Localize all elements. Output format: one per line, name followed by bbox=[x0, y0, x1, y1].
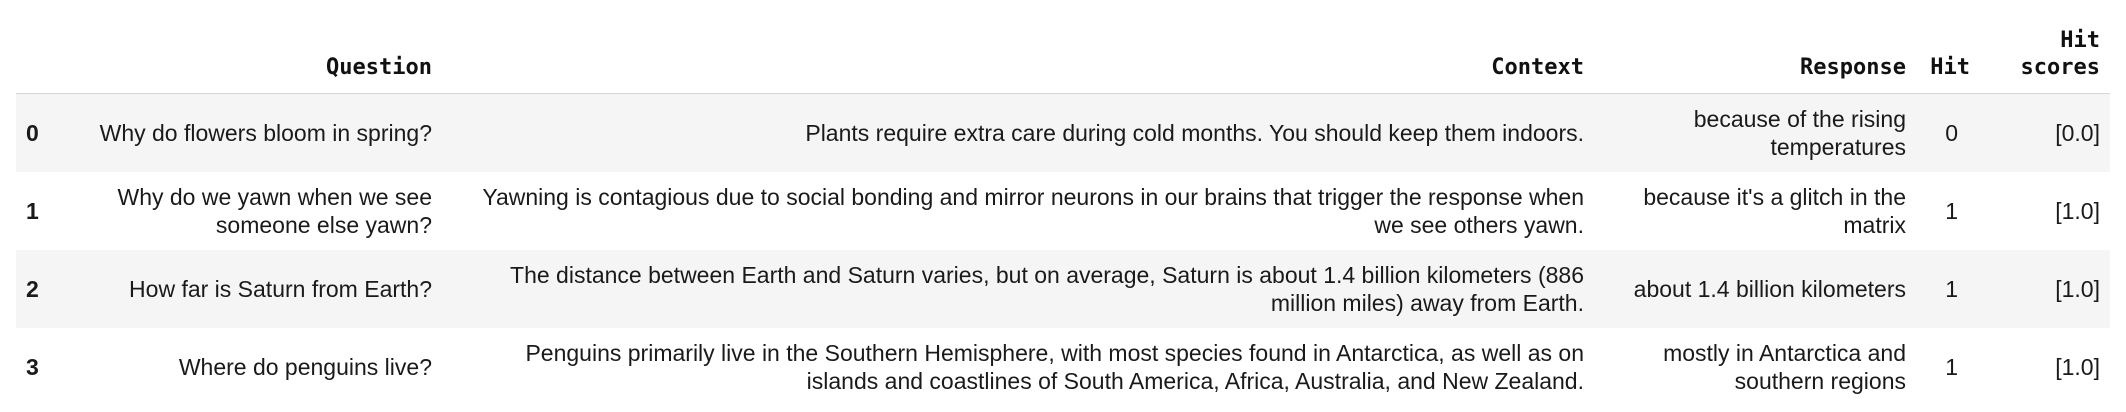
cell-response: mostly in Antarctica and southern region… bbox=[1663, 339, 1906, 394]
cell-context: Penguins primarily live in the Southern … bbox=[525, 339, 1584, 394]
row-index: 2 bbox=[26, 275, 39, 302]
cell-hit: 1 bbox=[1945, 197, 1958, 224]
row-index: 1 bbox=[26, 197, 39, 224]
row-index: 3 bbox=[26, 353, 39, 380]
table-header: Question Context Response Hit Hit scores bbox=[16, 0, 2110, 94]
header-hit-scores-line1: Hit bbox=[2060, 27, 2100, 53]
dataframe-table: Question Context Response Hit Hit scores … bbox=[16, 0, 2110, 406]
header-question: Question bbox=[74, 0, 442, 94]
cell-question: Where do penguins live? bbox=[178, 353, 432, 380]
cell-hit: 1 bbox=[1945, 275, 1958, 302]
cell-question: How far is Saturn from Earth? bbox=[129, 275, 432, 302]
cell-context: The distance between Earth and Saturn va… bbox=[510, 261, 1584, 316]
cell-response: because of the rising temperatures bbox=[1693, 105, 1906, 160]
cell-hit-scores: [1.0] bbox=[2055, 353, 2100, 380]
table-row: 3 Where do penguins live? Penguins prima… bbox=[16, 327, 2110, 406]
header-row: Question Context Response Hit Hit scores bbox=[16, 0, 2110, 94]
header-index bbox=[16, 0, 74, 94]
cell-hit-scores: [1.0] bbox=[2055, 275, 2100, 302]
cell-hit: 0 bbox=[1945, 119, 1958, 146]
cell-hit-scores: [1.0] bbox=[2055, 197, 2100, 224]
table-row: 0 Why do flowers bloom in spring? Plants… bbox=[16, 93, 2110, 172]
table-body: 0 Why do flowers bloom in spring? Plants… bbox=[16, 93, 2110, 406]
row-index: 0 bbox=[26, 119, 39, 146]
header-context: Context bbox=[442, 0, 1594, 94]
cell-question: Why do flowers bloom in spring? bbox=[99, 119, 432, 146]
header-hit: Hit bbox=[1916, 0, 1980, 94]
table-row: 2 How far is Saturn from Earth? The dist… bbox=[16, 249, 2110, 328]
dataframe-table-container: Question Context Response Hit Hit scores … bbox=[16, 0, 2110, 406]
cell-context: Yawning is contagious due to social bond… bbox=[482, 183, 1584, 238]
cell-response: because it's a glitch in the matrix bbox=[1643, 183, 1906, 238]
header-response: Response bbox=[1594, 0, 1916, 94]
cell-hit-scores: [0.0] bbox=[2055, 119, 2100, 146]
cell-question: Why do we yawn when we see someone else … bbox=[117, 183, 433, 238]
cell-hit: 1 bbox=[1945, 353, 1958, 380]
header-hit-scores: Hit scores bbox=[1980, 0, 2110, 94]
cell-context: Plants require extra care during cold mo… bbox=[805, 119, 1584, 146]
header-hit-scores-line2: scores bbox=[2020, 54, 2100, 80]
table-row: 1 Why do we yawn when we see someone els… bbox=[16, 171, 2110, 250]
cell-response: about 1.4 billion kilometers bbox=[1633, 275, 1906, 302]
